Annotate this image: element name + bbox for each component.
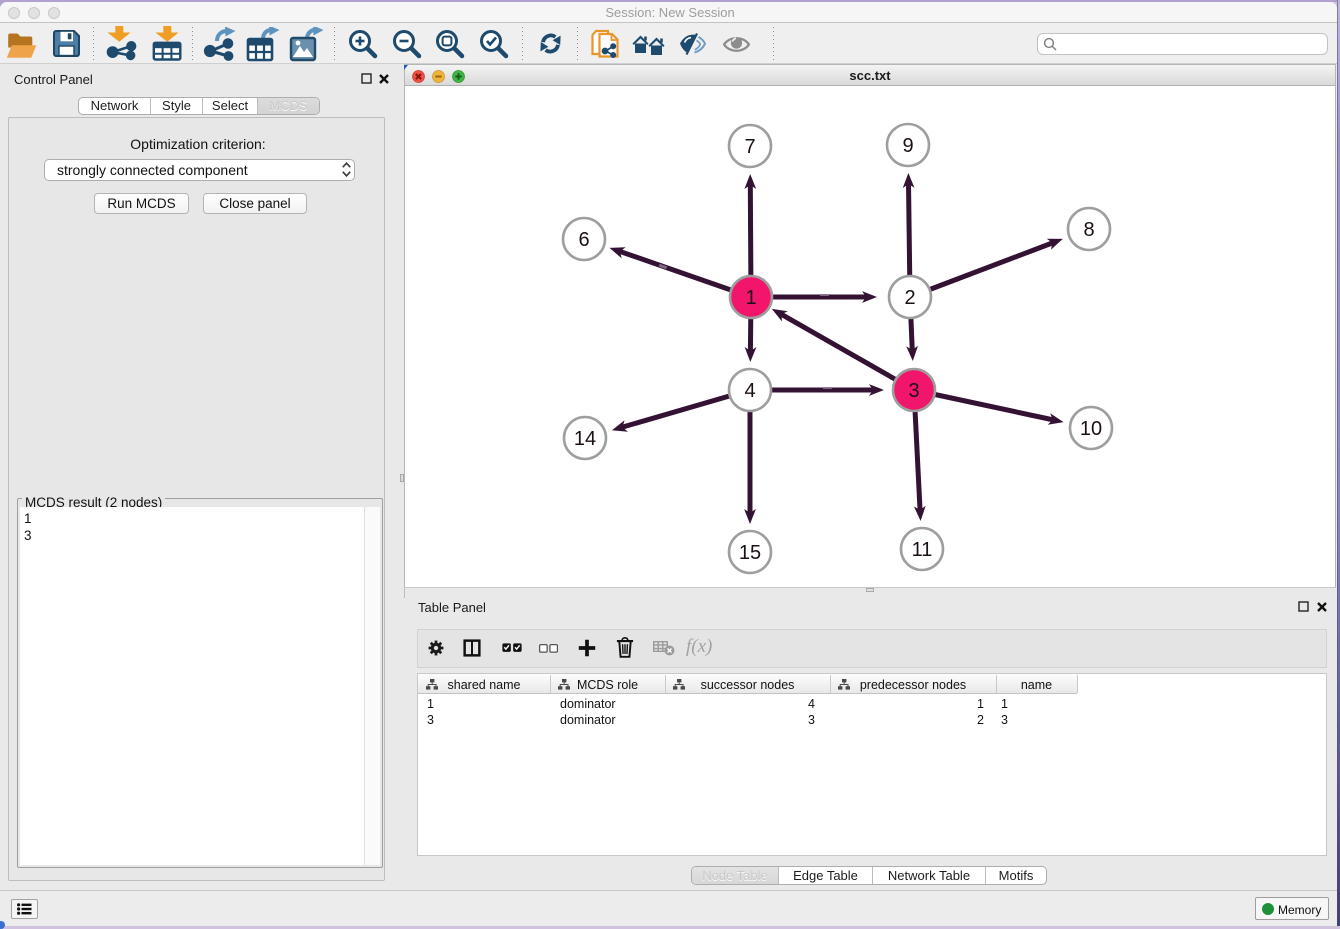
svg-text:6: 6 [578, 229, 589, 251]
svg-text:2: 2 [904, 287, 915, 309]
svg-text:14: 14 [574, 428, 596, 450]
svg-text:9: 9 [902, 135, 913, 157]
svg-text:10: 10 [1080, 418, 1102, 440]
svg-text:15: 15 [739, 542, 761, 564]
svg-text:7: 7 [744, 136, 755, 158]
svg-text:3: 3 [908, 380, 919, 402]
svg-text:1: 1 [745, 287, 756, 309]
svg-text:8: 8 [1083, 219, 1094, 241]
svg-text:11: 11 [912, 539, 933, 561]
svg-text:4: 4 [744, 380, 755, 402]
